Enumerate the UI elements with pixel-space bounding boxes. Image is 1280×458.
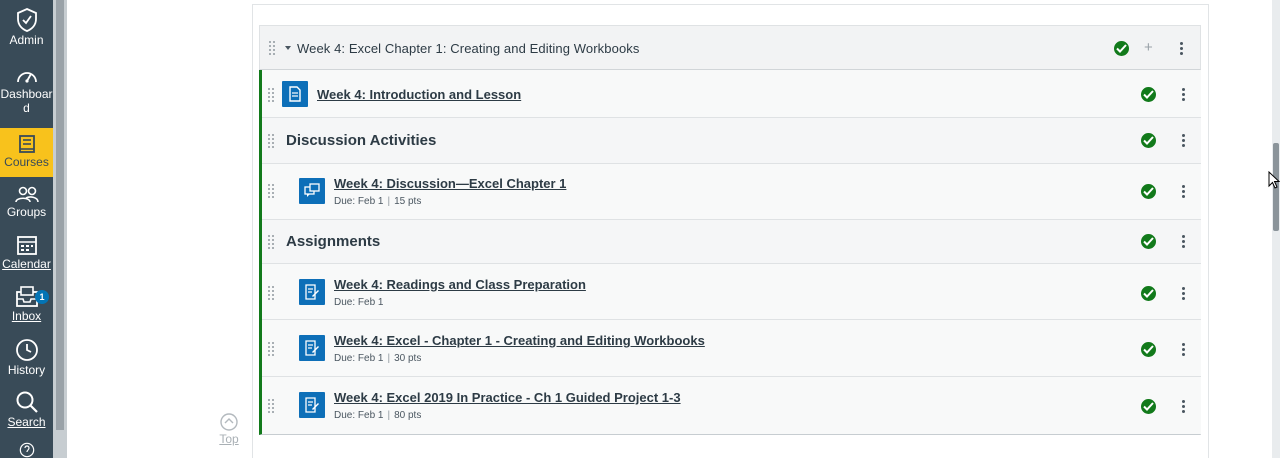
back-to-top-link[interactable]: Top	[216, 413, 242, 446]
add-item-plus-icon[interactable]: +	[1144, 40, 1153, 55]
nav-label-courses: Courses	[4, 155, 49, 169]
nav-item-groups[interactable]: Groups	[0, 186, 53, 222]
drag-handle-icon[interactable]	[268, 235, 276, 249]
published-check-icon[interactable]	[1141, 286, 1156, 301]
published-check-icon[interactable]	[1141, 133, 1156, 148]
nav-label-inbox: Inbox	[11, 309, 42, 323]
nav-item-calendar[interactable]: Calendar	[0, 234, 53, 274]
nav-item-inbox[interactable]: Inbox 1	[0, 286, 53, 328]
subheader-discussion-activities[interactable]: Discussion Activities	[262, 118, 1201, 164]
drag-handle-icon[interactable]	[268, 286, 276, 300]
subheader-title: Discussion Activities	[286, 132, 437, 149]
item-meta: Due: Feb 1 | 80 pts	[334, 410, 422, 421]
dashboard-icon	[16, 72, 37, 83]
subheader-assignments[interactable]: Assignments	[262, 220, 1201, 264]
module-menu-kebab-icon[interactable]	[1179, 42, 1183, 56]
due-date: Due: Feb 1	[334, 410, 384, 421]
published-check-icon[interactable]	[1141, 399, 1156, 414]
mouse-cursor-icon	[1268, 171, 1280, 189]
nav-item-dashboard[interactable]: Dashboar d	[0, 66, 53, 124]
left-scrollbar-thumb[interactable]	[56, 0, 64, 430]
item-meta: Due: Feb 1 | 30 pts	[334, 353, 422, 364]
search-icon	[16, 391, 38, 413]
item-menu-kebab-icon[interactable]	[1181, 88, 1185, 102]
module-item-title[interactable]: Week 4: Discussion—Excel Chapter 1	[334, 176, 566, 191]
help-icon	[19, 442, 34, 458]
item-menu-kebab-icon[interactable]	[1181, 400, 1185, 414]
points: 15 pts	[394, 196, 422, 207]
drag-handle-icon[interactable]	[268, 88, 276, 102]
module-published-icon[interactable]	[1114, 41, 1129, 56]
nav-item-history[interactable]: History	[0, 338, 53, 378]
clock-icon	[15, 339, 38, 361]
nav-label-history: History	[7, 363, 46, 377]
drag-handle-icon[interactable]	[268, 184, 276, 198]
item-menu-kebab-icon[interactable]	[1181, 134, 1185, 148]
assignment-icon	[299, 335, 325, 361]
assignment-icon	[299, 279, 325, 305]
nav-label-dashboard-2: d	[23, 101, 30, 115]
module-item-title[interactable]: Week 4: Introduction and Lesson	[317, 87, 521, 102]
module-item-title[interactable]: Week 4: Excel 2019 In Practice - Ch 1 Gu…	[334, 390, 681, 405]
global-nav: Admin Dashboar d Courses Groups Calendar…	[0, 0, 53, 458]
item-menu-kebab-icon[interactable]	[1181, 235, 1185, 249]
subheader-title: Assignments	[286, 233, 381, 250]
published-check-icon[interactable]	[1141, 184, 1156, 199]
nav-item-search[interactable]: Search	[0, 390, 53, 432]
book-icon	[18, 135, 35, 153]
item-menu-kebab-icon[interactable]	[1181, 185, 1185, 199]
assignment-icon	[299, 392, 325, 418]
module-item-excel-chapter-1[interactable]: Week 4: Excel - Chapter 1 - Creating and…	[262, 320, 1201, 377]
nav-label-admin: Admin	[9, 33, 44, 47]
module-item-discussion[interactable]: Week 4: Discussion—Excel Chapter 1 Due: …	[262, 164, 1201, 220]
nav-item-help[interactable]	[0, 442, 53, 458]
module-item-title[interactable]: Week 4: Readings and Class Preparation	[334, 277, 586, 292]
module-item-guided-project[interactable]: Week 4: Excel 2019 In Practice - Ch 1 Gu…	[262, 377, 1201, 434]
due-date: Due: Feb 1	[334, 297, 384, 308]
nav-label-calendar: Calendar	[2, 257, 51, 271]
module-items-list: Week 4: Introduction and Lesson Discussi…	[259, 70, 1201, 435]
inbox-unread-badge: 1	[35, 290, 49, 304]
nav-label-search: Search	[7, 415, 46, 429]
page-icon	[282, 81, 308, 107]
published-check-icon[interactable]	[1141, 234, 1156, 249]
drag-handle-icon[interactable]	[268, 342, 276, 356]
item-meta: Due: Feb 1	[334, 297, 383, 308]
back-to-top-label: Top	[219, 432, 239, 446]
discussion-icon	[299, 178, 325, 204]
drag-handle-icon[interactable]	[268, 134, 276, 148]
nav-item-courses[interactable]: Courses	[0, 128, 53, 177]
nav-item-admin[interactable]: Admin	[0, 8, 53, 55]
collapse-caret-icon[interactable]	[285, 46, 291, 50]
drag-handle-icon[interactable]	[268, 399, 276, 413]
due-date: Due: Feb 1	[334, 353, 384, 364]
groups-icon	[14, 186, 39, 203]
nav-label-dashboard-1: Dashboar	[0, 87, 53, 101]
published-check-icon[interactable]	[1141, 342, 1156, 357]
arrow-up-circle-icon	[220, 413, 238, 431]
calendar-icon	[16, 236, 37, 255]
item-meta: Due: Feb 1 | 15 pts	[334, 196, 422, 207]
module-item-title[interactable]: Week 4: Excel - Chapter 1 - Creating and…	[334, 333, 705, 348]
module-drag-handle-icon[interactable]	[269, 41, 277, 55]
points: 80 pts	[394, 410, 422, 421]
module-item-intro[interactable]: Week 4: Introduction and Lesson	[262, 70, 1201, 118]
published-check-icon[interactable]	[1141, 87, 1156, 102]
module-header[interactable]: Week 4: Excel Chapter 1: Creating and Ed…	[259, 25, 1201, 70]
item-menu-kebab-icon[interactable]	[1181, 287, 1185, 301]
shield-icon	[16, 8, 37, 32]
points: 30 pts	[394, 353, 422, 364]
module-title: Week 4: Excel Chapter 1: Creating and Ed…	[297, 41, 640, 56]
due-date: Due: Feb 1	[334, 196, 384, 207]
module-item-readings[interactable]: Week 4: Readings and Class Preparation D…	[262, 264, 1201, 320]
item-menu-kebab-icon[interactable]	[1181, 343, 1185, 357]
nav-label-groups: Groups	[6, 205, 47, 219]
